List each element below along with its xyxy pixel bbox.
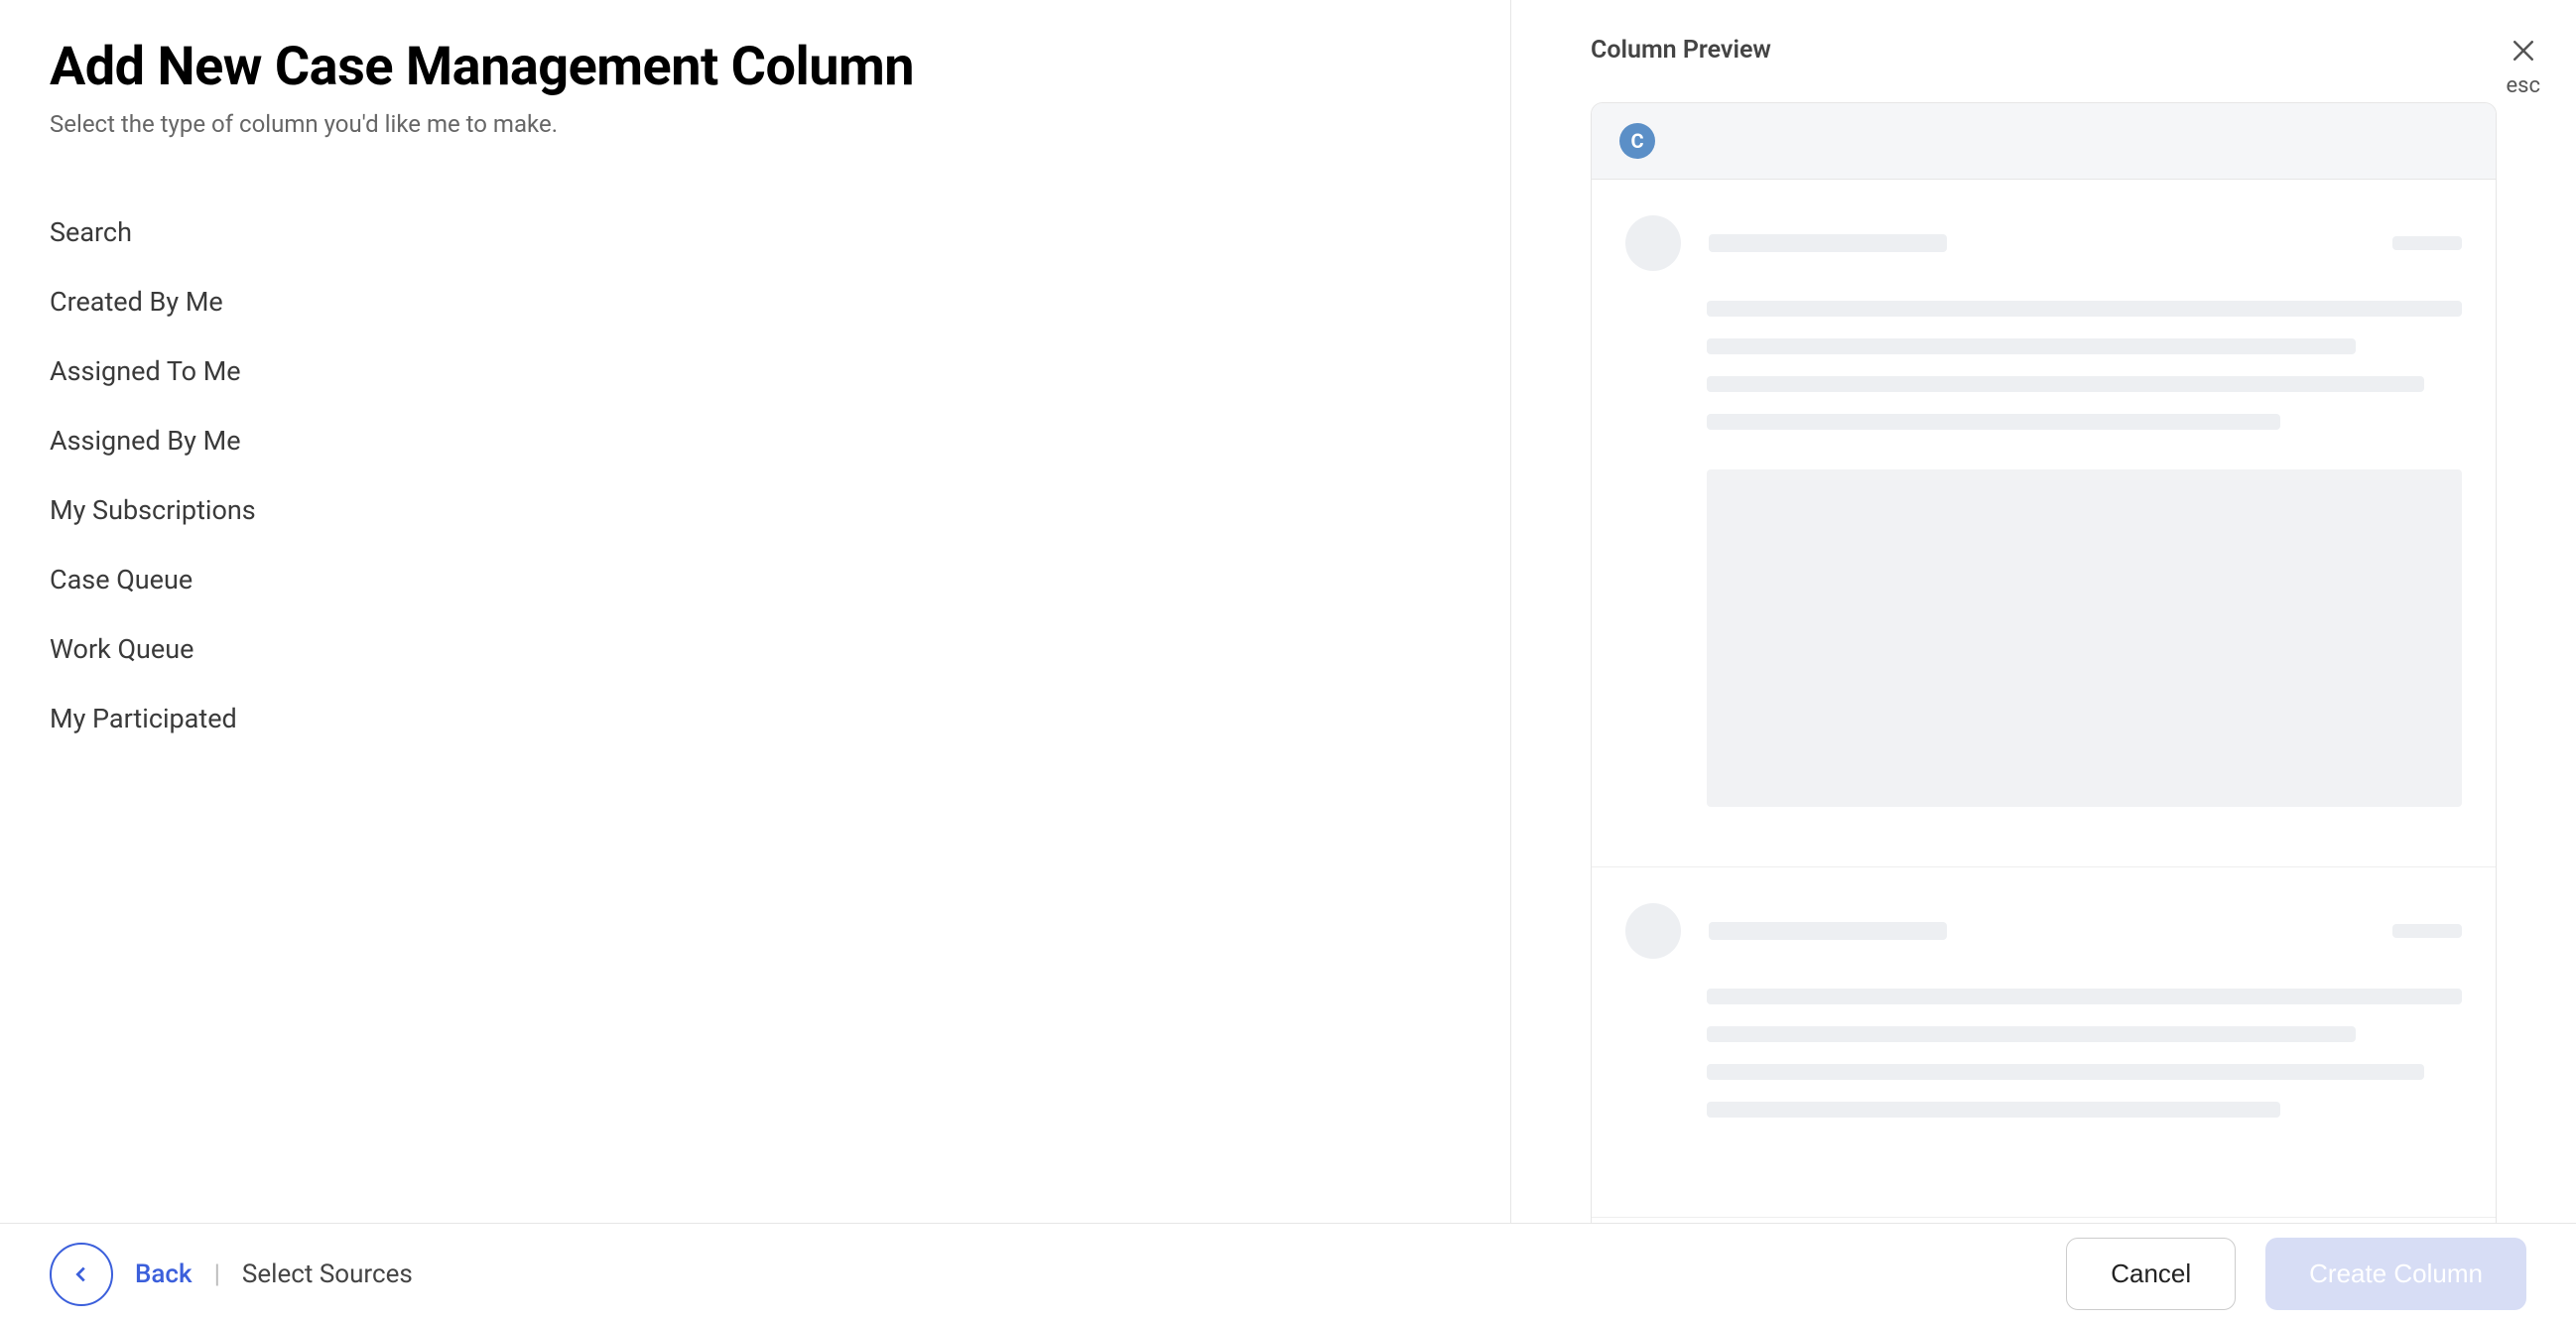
preview-header: C	[1592, 103, 2496, 180]
column-type-assigned-to-me[interactable]: Assigned To Me	[50, 336, 1461, 406]
column-type-search[interactable]: Search	[50, 198, 1461, 267]
brand-icon: C	[1619, 123, 1655, 159]
footer-right: Cancel Create Column	[2066, 1238, 2526, 1310]
footer-bar: Back | Select Sources Cancel Create Colu…	[0, 1223, 2576, 1324]
text-placeholder	[1707, 338, 2356, 354]
preview-card	[1592, 180, 2496, 867]
column-type-list: Search Created By Me Assigned To Me Assi…	[50, 198, 1461, 753]
text-placeholder	[1707, 1026, 2356, 1042]
close-label: esc	[2506, 73, 2540, 98]
back-button[interactable]	[50, 1243, 113, 1306]
back-label[interactable]: Back	[135, 1259, 193, 1289]
text-placeholder	[1707, 301, 2462, 317]
column-type-case-queue[interactable]: Case Queue	[50, 545, 1461, 614]
breadcrumb: Select Sources	[242, 1259, 413, 1289]
text-placeholder	[1707, 376, 2424, 392]
text-placeholder	[1707, 989, 2462, 1004]
text-placeholder	[1707, 1102, 2280, 1118]
avatar-placeholder	[1625, 215, 1681, 271]
time-placeholder	[2392, 236, 2462, 250]
image-placeholder	[1707, 469, 2462, 807]
page-title: Add New Case Management Column	[50, 36, 1461, 98]
cancel-button[interactable]: Cancel	[2066, 1238, 2236, 1310]
name-placeholder	[1709, 922, 1947, 940]
create-column-button[interactable]: Create Column	[2265, 1238, 2526, 1310]
text-placeholder	[1707, 414, 2280, 430]
text-placeholder	[1707, 1064, 2424, 1080]
preview-title: Column Preview	[1591, 36, 2497, 65]
close-icon	[2509, 36, 2538, 71]
column-type-assigned-by-me[interactable]: Assigned By Me	[50, 406, 1461, 475]
footer-left: Back | Select Sources	[50, 1243, 413, 1306]
divider: |	[214, 1259, 220, 1289]
preview-card	[1592, 867, 2496, 1218]
left-panel: Add New Case Management Column Select th…	[0, 0, 1511, 1223]
column-type-work-queue[interactable]: Work Queue	[50, 614, 1461, 684]
column-type-my-participated[interactable]: My Participated	[50, 684, 1461, 753]
close-button[interactable]: esc	[2506, 36, 2540, 98]
name-placeholder	[1709, 234, 1947, 252]
time-placeholder	[2392, 924, 2462, 938]
preview-column: C	[1591, 102, 2497, 1234]
avatar-placeholder	[1625, 903, 1681, 959]
page-subtitle: Select the type of column you'd like me …	[50, 110, 1461, 138]
right-panel: Column Preview esc C	[1511, 0, 2576, 1223]
column-type-created-by-me[interactable]: Created By Me	[50, 267, 1461, 336]
column-type-my-subscriptions[interactable]: My Subscriptions	[50, 475, 1461, 545]
chevron-left-icon	[70, 1263, 92, 1285]
